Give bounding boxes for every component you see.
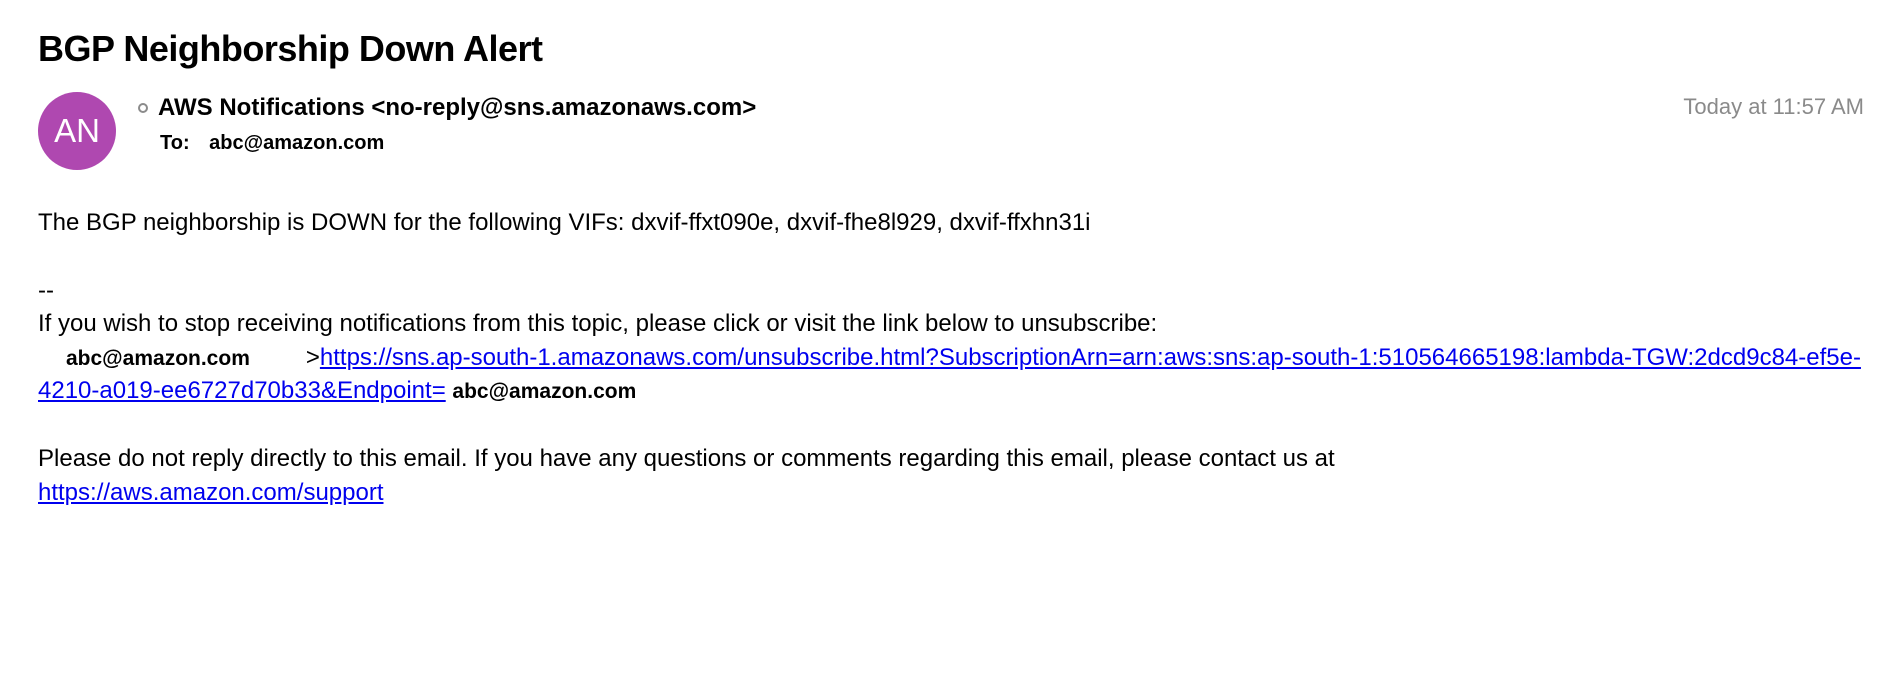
unsub-suffix-email: abc@amazon.com xyxy=(452,380,636,403)
email-body: The BGP neighborship is DOWN for the fol… xyxy=(38,206,1864,509)
meta-block: AWS Notifications <no-reply@sns.amazonaw… xyxy=(138,92,1683,155)
unsub-prefix-email: abc@amazon.com xyxy=(66,347,250,370)
email-header: AN AWS Notifications <no-reply@sns.amazo… xyxy=(38,92,1864,170)
unsub-angle: > xyxy=(306,344,320,371)
to-value: abc@amazon.com xyxy=(209,132,384,154)
to-line: To: abc@amazon.com xyxy=(160,132,1683,155)
email-subject: BGP Neighborship Down Alert xyxy=(38,28,1864,70)
unsubscribe-intro: If you wish to stop receiving notificati… xyxy=(38,307,1864,341)
support-link[interactable]: https://aws.amazon.com/support xyxy=(38,479,384,506)
to-label: To: xyxy=(160,132,190,154)
status-circle-icon xyxy=(138,103,148,113)
timestamp: Today at 11:57 AM xyxy=(1683,92,1864,120)
unsubscribe-line: abc@amazon.com>https://sns.ap-south-1.am… xyxy=(38,341,1864,408)
avatar: AN xyxy=(38,92,116,170)
noreply-text: Please do not reply directly to this ema… xyxy=(38,445,1335,472)
noreply-note: Please do not reply directly to this ema… xyxy=(38,442,1864,509)
from-text: AWS Notifications <no-reply@sns.amazonaw… xyxy=(158,94,756,122)
alert-message: The BGP neighborship is DOWN for the fol… xyxy=(38,206,1864,240)
avatar-initials: AN xyxy=(54,112,100,150)
from-line: AWS Notifications <no-reply@sns.amazonaw… xyxy=(138,94,1683,122)
separator: -- xyxy=(38,274,1864,308)
